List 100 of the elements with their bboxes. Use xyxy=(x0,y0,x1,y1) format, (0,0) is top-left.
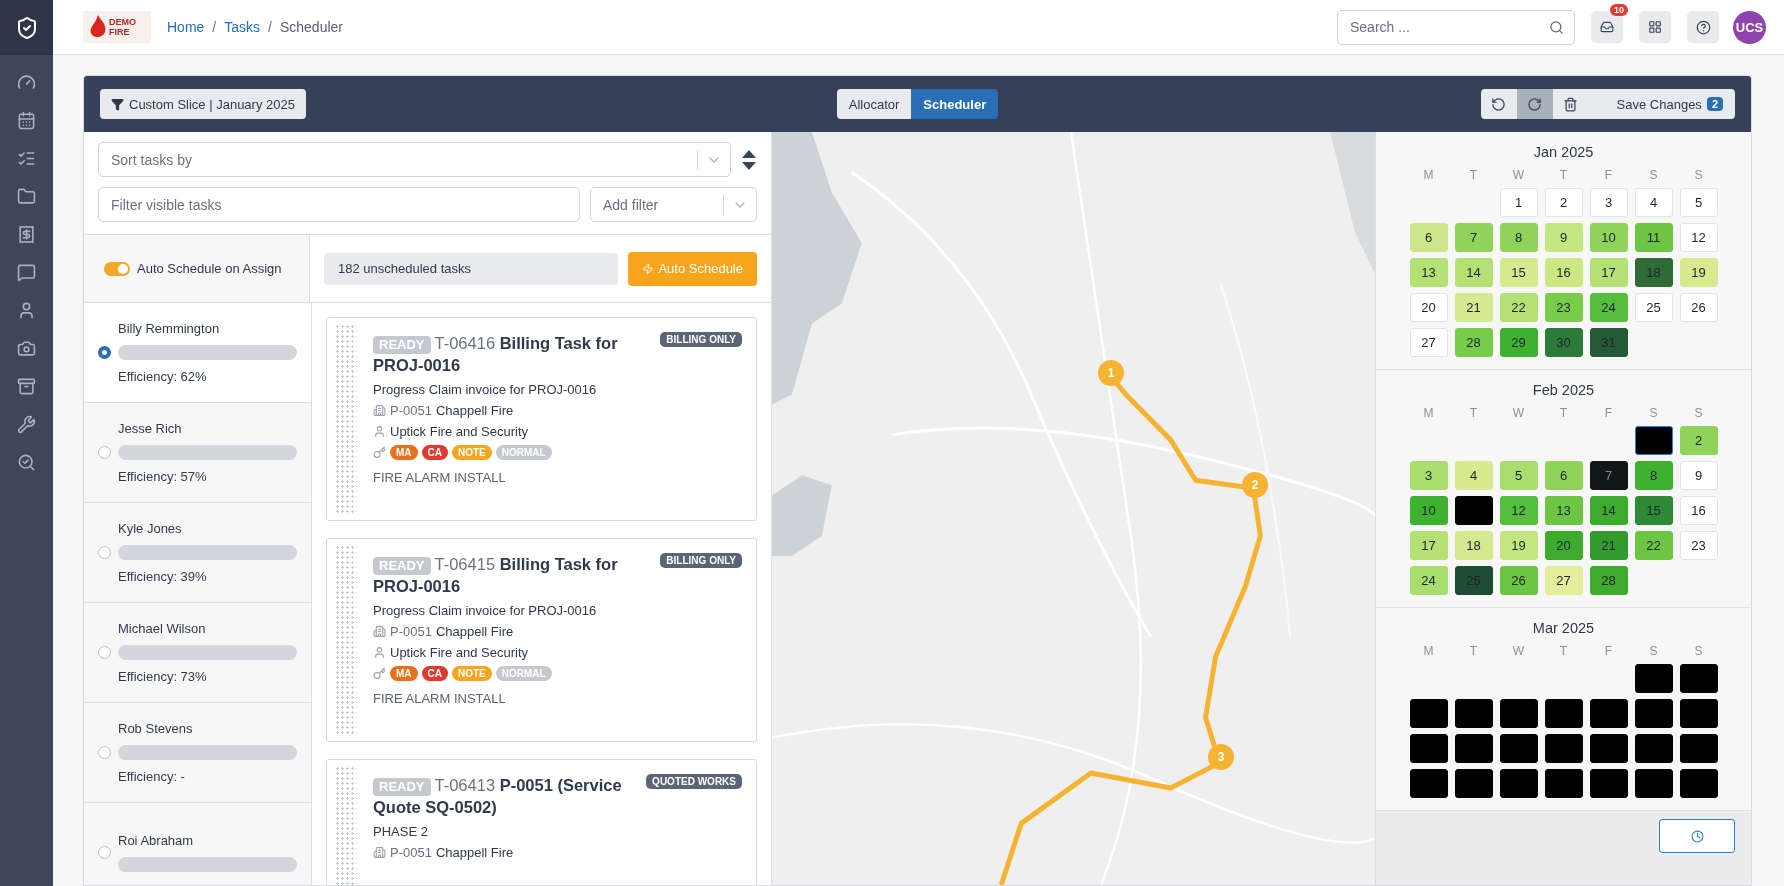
calendar-day[interactable]: 2 xyxy=(1679,426,1718,455)
calendar-day[interactable]: 19 xyxy=(1499,531,1538,560)
clock-button[interactable] xyxy=(1659,819,1735,853)
apps-button[interactable] xyxy=(1639,11,1671,43)
calendar-day[interactable] xyxy=(1679,664,1718,693)
calendar-day[interactable] xyxy=(1499,734,1538,763)
sort-icon[interactable] xyxy=(741,148,757,171)
calendar-day[interactable]: 4 xyxy=(1454,461,1493,490)
calendar-day[interactable]: 3 xyxy=(1589,188,1628,217)
breadcrumb-link[interactable]: Home xyxy=(167,19,205,35)
calendar-day[interactable] xyxy=(1589,769,1628,798)
calendar-day[interactable]: 16 xyxy=(1679,496,1718,525)
cabinet-icon[interactable] xyxy=(17,377,36,396)
calendar-day[interactable]: 12 xyxy=(1679,223,1718,252)
technician-radio[interactable] xyxy=(98,346,111,359)
calendar-day[interactable] xyxy=(1499,769,1538,798)
calendar-day[interactable] xyxy=(1454,769,1493,798)
calendar-day[interactable]: 26 xyxy=(1499,566,1538,595)
calendar-day[interactable] xyxy=(1544,699,1583,728)
calendar-day[interactable]: 10 xyxy=(1589,223,1628,252)
calendar-day[interactable]: 10 xyxy=(1409,496,1448,525)
calendar-day[interactable]: 22 xyxy=(1499,293,1538,322)
search-box[interactable]: Search ... xyxy=(1337,9,1575,45)
view-tab[interactable]: Scheduler xyxy=(911,89,999,119)
calendar-day[interactable]: 22 xyxy=(1634,531,1673,560)
calendar-day[interactable] xyxy=(1679,699,1718,728)
search-field[interactable]: Search ... xyxy=(1348,10,1543,44)
view-tab[interactable]: Allocator xyxy=(836,89,912,119)
calendar-day[interactable]: 17 xyxy=(1589,258,1628,287)
technician-radio[interactable] xyxy=(98,646,111,659)
calendar-day[interactable] xyxy=(1409,699,1448,728)
calendar-day[interactable] xyxy=(1544,769,1583,798)
calendar-day[interactable]: 24 xyxy=(1409,566,1448,595)
technician-radio[interactable] xyxy=(98,846,111,859)
calendar-day[interactable] xyxy=(1409,769,1448,798)
calendar-day[interactable] xyxy=(1499,699,1538,728)
auto-schedule-toggle[interactable] xyxy=(104,261,130,276)
user-icon[interactable] xyxy=(17,301,36,320)
receipt-icon[interactable] xyxy=(17,225,36,244)
calendar-day[interactable]: 28 xyxy=(1589,566,1628,595)
calendar-day[interactable]: 23 xyxy=(1679,531,1718,560)
calendar-day[interactable] xyxy=(1454,734,1493,763)
calendar-day[interactable]: 5 xyxy=(1679,188,1718,217)
task-card[interactable]: READY T-06415 Billing Task for PROJ-0016 BILLING ONLY Progress Claim invoice for PROJ-0016 P-0051 Chappell Fire Uptick Fire and Security MA CA NOTE NORMAL FIRE ALARM INSTALL xyxy=(326,538,757,742)
calendar-day[interactable]: 5 xyxy=(1499,461,1538,490)
calendar-day[interactable]: 1 xyxy=(1499,188,1538,217)
task-card[interactable]: READY T-06416 Billing Task for PROJ-0016 BILLING ONLY Progress Claim invoice for PROJ-0016 P-0051 Chappell Fire Uptick Fire and Security MA CA NOTE NORMAL FIRE ALARM INSTALL xyxy=(326,317,757,521)
calendar-day[interactable]: 2 xyxy=(1544,188,1583,217)
calendar-day[interactable]: 27 xyxy=(1544,566,1583,595)
gauge-icon[interactable] xyxy=(17,73,36,92)
calendar-day[interactable]: 15 xyxy=(1499,258,1538,287)
calendar-day[interactable]: 4 xyxy=(1634,188,1673,217)
slice-button[interactable]: Custom Slice | January 2025 xyxy=(100,89,306,119)
calendar-day[interactable]: 23 xyxy=(1544,293,1583,322)
calendar-day[interactable]: 6 xyxy=(1409,223,1448,252)
user-avatar[interactable]: UCS xyxy=(1733,10,1766,44)
calendar-day[interactable]: 29 xyxy=(1499,328,1538,357)
calendar-day[interactable]: 8 xyxy=(1634,461,1673,490)
calendar-day[interactable]: 15 xyxy=(1634,496,1673,525)
calendar-day[interactable] xyxy=(1454,496,1493,525)
calendar-icon[interactable] xyxy=(17,111,36,130)
calendar-day[interactable]: 11 xyxy=(1634,223,1673,252)
folder-icon[interactable] xyxy=(17,187,36,206)
calendar-day[interactable]: 6 xyxy=(1544,461,1583,490)
calendar-day[interactable]: 21 xyxy=(1589,531,1628,560)
wrench-icon[interactable] xyxy=(17,415,36,434)
technician-row[interactable]: Kyle Jones Efficiency: 39% xyxy=(84,503,311,603)
technician-radio[interactable] xyxy=(98,446,111,459)
calendar-day[interactable] xyxy=(1409,734,1448,763)
calendar-day[interactable]: 27 xyxy=(1409,328,1448,357)
drag-handle[interactable] xyxy=(335,545,357,735)
calendar-day[interactable]: 13 xyxy=(1544,496,1583,525)
calendar-day[interactable]: 20 xyxy=(1544,531,1583,560)
task-card[interactable]: READY T-06413 P-0051 (Service Quote SQ-0502) QUOTED WORKS PHASE 2 P-0051 Chappell Fire xyxy=(326,759,757,885)
calendar-day[interactable]: 16 xyxy=(1544,258,1583,287)
checklist-icon[interactable] xyxy=(17,149,36,168)
breadcrumb-link[interactable]: Tasks xyxy=(224,19,261,35)
calendar-day[interactable]: 12 xyxy=(1499,496,1538,525)
calendar-day[interactable] xyxy=(1454,699,1493,728)
calendar-day[interactable] xyxy=(1544,734,1583,763)
calendar-day[interactable] xyxy=(1634,734,1673,763)
chat-icon[interactable] xyxy=(17,263,36,282)
inbox-button[interactable] xyxy=(1591,11,1623,43)
calendar-day[interactable]: 26 xyxy=(1679,293,1718,322)
search-icon[interactable] xyxy=(17,453,36,472)
technician-radio[interactable] xyxy=(98,746,111,759)
technician-row[interactable]: Michael Wilson Efficiency: 73% xyxy=(84,603,311,703)
calendar-day[interactable]: 7 xyxy=(1589,461,1628,490)
calendar-day[interactable]: 25 xyxy=(1634,293,1673,322)
calendar-day[interactable]: 8 xyxy=(1499,223,1538,252)
help-button[interactable] xyxy=(1687,11,1719,43)
calendar-day[interactable] xyxy=(1589,734,1628,763)
calendar-day[interactable] xyxy=(1589,699,1628,728)
calendar-day[interactable]: 24 xyxy=(1589,293,1628,322)
calendar-day[interactable]: 9 xyxy=(1679,461,1718,490)
calendar-day[interactable]: 7 xyxy=(1454,223,1493,252)
calendar-day[interactable] xyxy=(1634,664,1673,693)
calendar-day[interactable] xyxy=(1634,769,1673,798)
technician-row[interactable]: Jesse Rich Efficiency: 57% xyxy=(84,403,311,503)
calendar-day[interactable] xyxy=(1634,699,1673,728)
